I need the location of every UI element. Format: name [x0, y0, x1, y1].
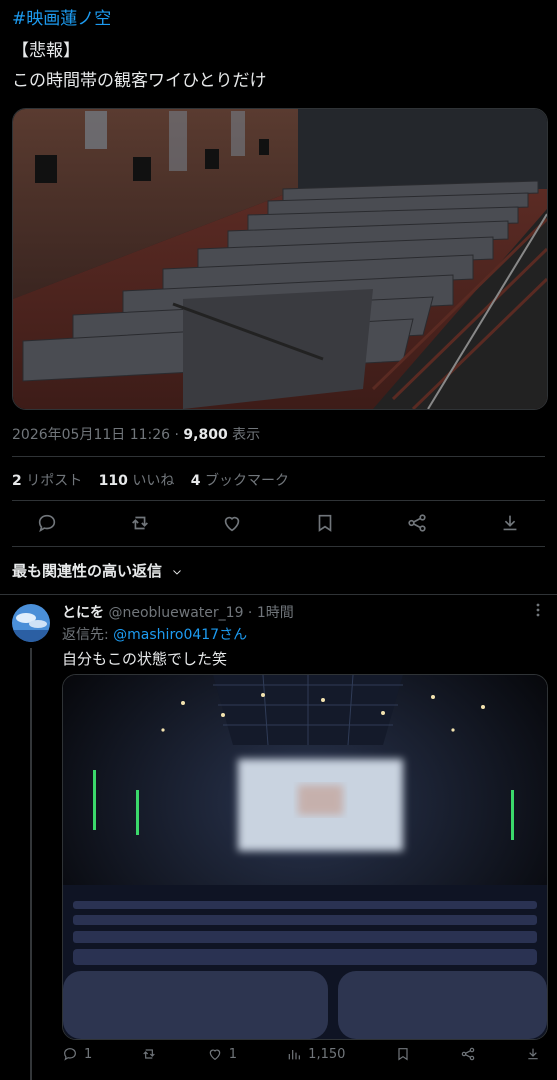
reply-sort-label: 最も関連性の高い返信 [12, 562, 163, 580]
bookmark-icon [397, 1048, 408, 1061]
reply-photo-theater-screen[interactable] [62, 674, 548, 1040]
reply-reply-count: 1 [84, 1046, 93, 1062]
download-icon[interactable] [499, 512, 521, 534]
divider [0, 594, 557, 595]
share-icon [461, 1047, 475, 1061]
reply-repost-button[interactable] [141, 1046, 157, 1062]
reply-like-button[interactable]: 1 [207, 1046, 237, 1062]
thread-line [30, 648, 32, 1080]
reply-like-count: 1 [228, 1046, 237, 1062]
reply-view-count: 1,150 [308, 1046, 346, 1062]
tweet-metadata: 2026年05月11日 11:26 · 9,800 表示 [12, 424, 260, 444]
reply-author-name[interactable]: とにを [62, 605, 104, 621]
reply-to-mention[interactable]: @mashiro0417さん [113, 627, 247, 643]
tweet-detail-page: #映画蓮ノ空 【悲報】 この時間帯の観客ワイひとりだけ 2026年05月11日 … [0, 0, 557, 1080]
more-icon[interactable] [531, 602, 545, 622]
divider [12, 500, 545, 501]
download-icon [528, 1048, 538, 1060]
like-icon [209, 1049, 220, 1061]
avatar[interactable] [12, 604, 50, 642]
repost-icon[interactable] [129, 512, 151, 534]
hashtag-link[interactable]: #映画蓮ノ空 [12, 4, 111, 29]
tweet-view-count: 9,800 [183, 427, 228, 443]
chevron-down-icon [173, 569, 182, 575]
theater-screen-photo [63, 675, 547, 1039]
divider [12, 456, 545, 457]
tweet-photo-empty-theater[interactable] [12, 108, 548, 410]
reply-sort-dropdown[interactable]: 最も関連性の高い返信 [12, 560, 183, 581]
tweet-action-bar [36, 512, 521, 534]
reply-header: とにを @neobluewater_19 · 1時間 [62, 602, 294, 622]
tweet-stats: 2 リポスト 110 いいね 4 ブックマーク [12, 470, 301, 490]
like-icon[interactable] [221, 512, 243, 534]
reply-views-button[interactable]: 1,150 [286, 1046, 345, 1062]
reply-icon [64, 1048, 76, 1061]
bookmark-icon[interactable] [314, 512, 336, 534]
tweet-text-line-1: 【悲報】 [12, 41, 80, 61]
tweet-text-line-2: この時間帯の観客ワイひとりだけ [12, 71, 267, 91]
theater-seats-photo [13, 109, 547, 409]
reply-to: 返信先: @mashiro0417さん [62, 627, 248, 643]
reply-action-bar: 1 1 1,150 [62, 1046, 541, 1062]
share-icon[interactable] [406, 512, 428, 534]
repost-icon [143, 1049, 156, 1059]
likes-stat[interactable]: 110 いいね [99, 473, 175, 489]
reposts-stat[interactable]: 2 リポスト [12, 473, 82, 489]
views-icon [288, 1050, 301, 1060]
bookmarks-stat[interactable]: 4 ブックマーク [191, 473, 289, 489]
reply-reply-button[interactable]: 1 [62, 1046, 92, 1062]
reply-time: · 1時間 [243, 605, 294, 621]
reply-download-button[interactable] [525, 1046, 541, 1062]
reply-author-handle[interactable]: @neobluewater_19 [108, 605, 243, 621]
reply-bookmark-button[interactable] [395, 1046, 411, 1062]
reply-icon[interactable] [36, 512, 58, 534]
tweet-view-label: 表示 [227, 427, 261, 443]
tweet-datetime[interactable]: 2026年05月11日 11:26 · [12, 427, 183, 443]
reply-text: 自分もこの状態でした笑 [62, 650, 228, 668]
reply-share-button[interactable] [460, 1046, 476, 1062]
avatar-sky-image [12, 604, 50, 642]
divider [12, 546, 545, 547]
